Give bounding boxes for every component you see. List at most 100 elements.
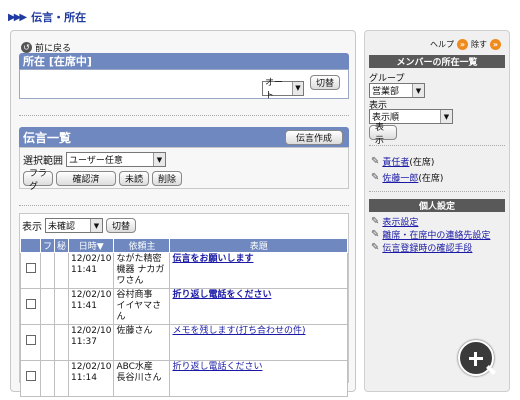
page-header: ▶▶▶ 伝言・所在: [8, 8, 86, 26]
close-arrow-icon[interactable]: »: [490, 39, 501, 50]
sender-line: 谷村商事: [116, 290, 153, 300]
row-select-cell: [20, 324, 41, 361]
time-text: 11:37: [71, 337, 97, 347]
flag-cell: [39, 324, 56, 361]
divider: [369, 191, 505, 192]
flag-column-header[interactable]: フ: [39, 238, 56, 253]
sender-line: ワさん: [116, 276, 144, 286]
close-link[interactable]: 除す: [471, 39, 487, 50]
divider: [19, 205, 349, 206]
triple-arrow-icon: ▶▶▶: [8, 11, 27, 23]
flag-cell: [39, 252, 56, 289]
messages-title-text: 伝言一覧: [23, 130, 72, 145]
subject-cell: 伝言をお願いします: [169, 252, 348, 289]
row-checkbox[interactable]: [25, 371, 36, 381]
secret-column-header[interactable]: 秘: [54, 238, 70, 253]
display-select[interactable]: 未確認 ▼: [45, 218, 103, 233]
group-select[interactable]: 営業部 ▼: [369, 83, 425, 98]
settings-item: ✎ 表示設定: [371, 215, 418, 228]
member-status: (在席): [409, 158, 435, 168]
sidebar: ヘルプ » 除す » メンバーの所在一覧 グループ 営業部 ▼ 表示 表示順 ▼…: [364, 30, 510, 392]
settings-item: ✎ 伝言登録時の確認手段: [371, 241, 472, 254]
sender-line: 機器 ナカガ: [116, 265, 165, 275]
delete-button[interactable]: 削除: [152, 171, 182, 186]
subject-link[interactable]: メモを残します(打ち合わせの件): [172, 326, 305, 336]
sender-line: イイヤマさ: [116, 301, 162, 311]
time-text: 11:41: [71, 265, 97, 275]
subject-link[interactable]: 折り返し電話をください: [172, 290, 271, 300]
chevron-down-icon: ▼: [291, 81, 303, 95]
pencil-icon: ✎: [371, 156, 380, 167]
subject-link[interactable]: 折り返し電話ください: [172, 362, 262, 372]
flag-cell: [39, 360, 56, 397]
contact-settings-link[interactable]: 離席・在席中の連絡先設定: [382, 228, 490, 241]
help-link[interactable]: ヘルプ: [430, 39, 454, 50]
date-column-header[interactable]: 日時▼: [68, 238, 115, 253]
date-text: 12/02/10: [71, 326, 112, 336]
date-text: 12/02/10: [71, 254, 112, 264]
personal-settings-title: 個人設定: [369, 199, 505, 212]
secret-cell: [54, 360, 70, 397]
member-item: ✎ 責任者 (在席): [371, 155, 434, 168]
row-select-cell: [20, 288, 41, 325]
member-list-title: メンバーの所在一覧: [369, 55, 505, 68]
sender-line: ながた精密: [116, 254, 162, 264]
member-link[interactable]: 佐藤一郎: [382, 171, 418, 184]
display-select-value: 未確認: [48, 222, 76, 232]
sender-line: 佐藤さん: [116, 326, 153, 336]
subject-cell: メモを残します(打ち合わせの件): [169, 324, 348, 361]
table-header-row: フ 秘 日時▼ 依頼主 表題: [20, 238, 348, 253]
member-status: (在席): [418, 174, 444, 184]
status-select[interactable]: オート ▼: [262, 78, 304, 101]
divider: [369, 145, 505, 146]
sender-cell: ながた精密 機器 ナカガ ワさん: [113, 252, 171, 289]
flag-cell: [39, 288, 56, 325]
page-title: 伝言・所在: [31, 11, 87, 24]
status-select-value: オート: [265, 78, 284, 101]
secret-cell: [54, 252, 70, 289]
create-message-button[interactable]: 伝言作成: [285, 130, 343, 145]
date-cell: 12/02/10 11:37: [68, 324, 115, 361]
select-column-header: [20, 238, 41, 253]
sender-column-header[interactable]: 依頼主: [113, 238, 171, 253]
row-checkbox[interactable]: [25, 299, 36, 309]
flag-button[interactable]: フラグ: [23, 169, 53, 192]
display-change-button[interactable]: 切替: [106, 218, 137, 233]
subject-link[interactable]: 伝言をお願いします: [172, 254, 253, 264]
zoom-in-icon[interactable]: [458, 340, 496, 376]
date-cell: 12/02/10 11:14: [68, 360, 115, 397]
row-select-cell: [20, 360, 41, 397]
row-checkbox[interactable]: [25, 335, 36, 345]
scope-select-value: ユーザー任意: [69, 156, 123, 166]
table-row[interactable]: 12/02/10 11:14 ABC水産 長谷川さん 折り返し電話ください: [20, 360, 348, 397]
pencil-icon: ✎: [371, 229, 380, 240]
table-row[interactable]: 12/02/10 11:41 ながた精密 機器 ナカガ ワさん 伝言をお願いします: [20, 252, 348, 289]
pencil-icon: ✎: [371, 172, 380, 183]
display-settings-link[interactable]: 表示設定: [382, 215, 418, 228]
subject-cell: 折り返し電話ください: [169, 360, 348, 397]
table-row[interactable]: 12/02/10 11:41 谷村商事 イイヤマさん折り返し電話をください: [20, 288, 348, 325]
row-checkbox[interactable]: [25, 263, 36, 273]
chevron-down-icon: ▼: [412, 84, 424, 97]
chevron-down-icon: ▼: [440, 110, 452, 123]
chevron-down-icon: ▼: [90, 219, 102, 232]
subject-cell: 折り返し電話をください: [169, 288, 348, 325]
help-arrow-icon[interactable]: »: [457, 39, 468, 50]
status-change-button[interactable]: 切替: [309, 75, 340, 90]
main-panel: ↺ 前に戻る 所在 [在席中] オート ▼ 切替 伝言一覧 伝言作成 選択範囲 …: [10, 30, 356, 397]
confirmation-method-link[interactable]: 伝言登録時の確認手段: [382, 241, 472, 254]
pencil-icon: ✎: [371, 216, 380, 227]
group-select-value: 営業部: [372, 87, 400, 97]
mark-confirmed-button[interactable]: 確認済: [56, 171, 116, 186]
scope-select[interactable]: ユーザー任意 ▼: [66, 152, 166, 167]
status-box: オート ▼ 切替: [19, 69, 349, 101]
subject-column-header[interactable]: 表題: [169, 238, 348, 253]
mark-unread-button[interactable]: 未読: [119, 171, 149, 186]
table-row[interactable]: 12/02/10 11:37 佐藤さん メモを残します(打ち合わせの件): [20, 324, 348, 361]
secret-cell: [54, 288, 70, 325]
messages-table: フ 秘 日時▼ 依頼主 表題 12/02/10 11:41 ながた精密 機器 ナカガワ…: [20, 238, 348, 397]
sidebar-display-button[interactable]: 表示: [369, 123, 397, 146]
member-link[interactable]: 責任者: [382, 155, 409, 168]
time-text: 11:14: [71, 373, 97, 383]
sender-line: 長谷川さん: [116, 373, 162, 383]
